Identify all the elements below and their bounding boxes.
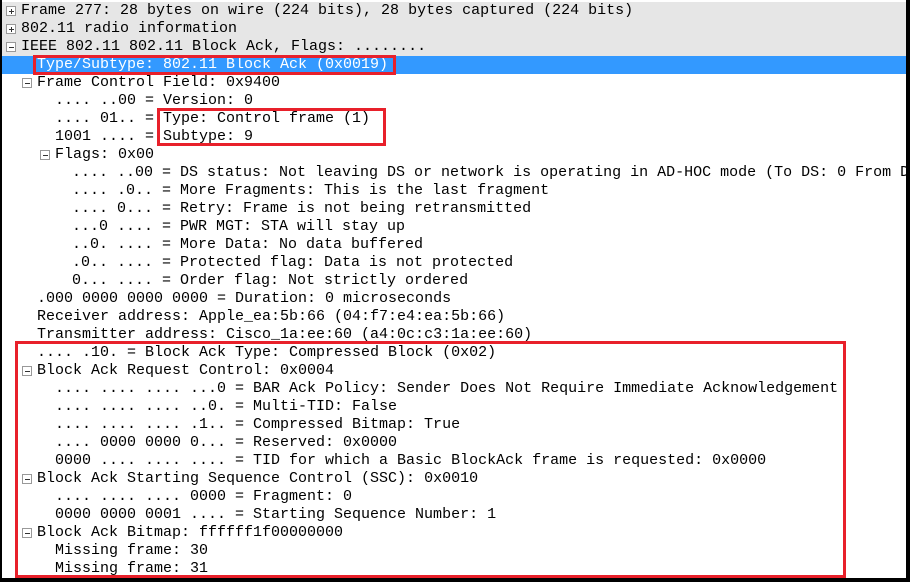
tree-row-label: Block Ack Starting Sequence Control (SSC… — [37, 470, 479, 487]
tree-row[interactable]: .... .0.. = More Fragments: This is the … — [2, 182, 906, 200]
tree-row-label: .... 01.. = Type: Control frame (1) — [55, 110, 371, 127]
tree-row[interactable]: .... ..00 = Version: 0 — [2, 92, 906, 110]
tree-row-label: .... ..00 = DS status: Not leaving DS or… — [72, 164, 906, 181]
tree-row-label: Transmitter address: Cisco_1a:ee:60 (a4:… — [37, 326, 533, 343]
tree-row-label: .0.. .... = Protected flag: Data is not … — [72, 254, 514, 271]
tree-row[interactable]: Frame Control Field: 0x9400 — [2, 74, 906, 92]
tree-row[interactable]: Missing frame: 31 — [2, 560, 906, 578]
tree-row-label: .... .... .... 0000 = Fragment: 0 — [55, 488, 353, 505]
expand-icon[interactable] — [6, 24, 16, 34]
collapse-icon[interactable] — [22, 78, 32, 88]
tree-row-label: .... .0.. = More Fragments: This is the … — [72, 182, 550, 199]
tree-row[interactable]: ..0. .... = More Data: No data buffered — [2, 236, 906, 254]
collapse-icon[interactable] — [6, 42, 16, 52]
tree-row[interactable]: .... ..00 = DS status: Not leaving DS or… — [2, 164, 906, 182]
tree-row[interactable]: .... 0... = Retry: Frame is not being re… — [2, 200, 906, 218]
tree-row-label: Receiver address: Apple_ea:5b:66 (04:f7:… — [37, 308, 506, 325]
tree-row-label: .... 0000 0000 0... = Reserved: 0x0000 — [55, 434, 398, 451]
tree-row-label: .... .10. = Block Ack Type: Compressed B… — [37, 344, 497, 361]
collapse-icon[interactable] — [40, 150, 50, 160]
tree-row-label: .... .... .... ...0 = BAR Ack Policy: Se… — [55, 380, 839, 397]
tree-row[interactable]: .... .... .... .1.. = Compressed Bitmap:… — [2, 416, 906, 434]
tree-row[interactable]: .000 0000 0000 0000 = Duration: 0 micros… — [2, 290, 906, 308]
tree-row[interactable]: Receiver address: Apple_ea:5b:66 (04:f7:… — [2, 308, 906, 326]
tree-row-label: Frame 277: 28 bytes on wire (224 bits), … — [21, 2, 634, 19]
tree-row-label: Missing frame: 30 — [55, 542, 209, 559]
tree-row[interactable]: Block Ack Request Control: 0x0004 — [2, 362, 906, 380]
tree-row-label: 0000 0000 0001 .... = Starting Sequence … — [55, 506, 497, 523]
tree-row[interactable]: .... .... .... ..0. = Multi-TID: False — [2, 398, 906, 416]
tree-row-label: .... .... .... ..0. = Multi-TID: False — [55, 398, 398, 415]
tree-row-label: Frame Control Field: 0x9400 — [37, 74, 281, 91]
tree-row[interactable]: .0.. .... = Protected flag: Data is not … — [2, 254, 906, 272]
tree-row[interactable]: 802.11 radio information — [2, 20, 906, 38]
tree-row-label: Flags: 0x00 — [55, 146, 155, 163]
tree-row-label: 1001 .... = Subtype: 9 — [55, 128, 254, 145]
tree-row[interactable]: .... .... .... 0000 = Fragment: 0 — [2, 488, 906, 506]
tree-row-label: Missing frame: 31 — [55, 560, 209, 577]
tree-row-label: .... .... .... .1.. = Compressed Bitmap:… — [55, 416, 461, 433]
tree-row-label: Type/Subtype: 802.11 Block Ack (0x0019) — [37, 56, 389, 73]
expand-icon[interactable] — [6, 6, 16, 16]
tree-row-label: ..0. .... = More Data: No data buffered — [72, 236, 424, 253]
tree-row[interactable]: Transmitter address: Cisco_1a:ee:60 (a4:… — [2, 326, 906, 344]
collapse-icon[interactable] — [22, 474, 32, 484]
tree-row[interactable]: .... .10. = Block Ack Type: Compressed B… — [2, 344, 906, 362]
tree-row[interactable]: .... 01.. = Type: Control frame (1) — [2, 110, 906, 128]
packet-details-tree[interactable]: Frame 277: 28 bytes on wire (224 bits), … — [2, 0, 906, 578]
tree-row[interactable]: Block Ack Starting Sequence Control (SSC… — [2, 470, 906, 488]
tree-row-label: 0... .... = Order flag: Not strictly ord… — [72, 272, 469, 289]
tree-row[interactable]: Type/Subtype: 802.11 Block Ack (0x0019) — [2, 56, 906, 74]
collapse-icon[interactable] — [22, 528, 32, 538]
tree-row[interactable]: Missing frame: 30 — [2, 542, 906, 560]
tree-row-label: ...0 .... = PWR MGT: STA will stay up — [72, 218, 406, 235]
tree-row-label: .... ..00 = Version: 0 — [55, 92, 254, 109]
tree-row-label: IEEE 802.11 802.11 Block Ack, Flags: ...… — [21, 38, 427, 55]
collapse-icon[interactable] — [22, 366, 32, 376]
tree-row[interactable]: .... 0000 0000 0... = Reserved: 0x0000 — [2, 434, 906, 452]
tree-row-label: .... 0... = Retry: Frame is not being re… — [72, 200, 532, 217]
tree-row[interactable]: 0... .... = Order flag: Not strictly ord… — [2, 272, 906, 290]
tree-row-label: .000 0000 0000 0000 = Duration: 0 micros… — [37, 290, 452, 307]
tree-row[interactable]: Flags: 0x00 — [2, 146, 906, 164]
tree-row[interactable]: 0000 0000 0001 .... = Starting Sequence … — [2, 506, 906, 524]
tree-row[interactable]: 0000 .... .... .... = TID for which a Ba… — [2, 452, 906, 470]
tree-row[interactable]: IEEE 802.11 802.11 Block Ack, Flags: ...… — [2, 38, 906, 56]
tree-row-label: 802.11 radio information — [21, 20, 238, 37]
tree-row[interactable]: Block Ack Bitmap: ffffff1f00000000 — [2, 524, 906, 542]
tree-row[interactable]: 1001 .... = Subtype: 9 — [2, 128, 906, 146]
tree-row-label: 0000 .... .... .... = TID for which a Ba… — [55, 452, 767, 469]
tree-row[interactable]: ...0 .... = PWR MGT: STA will stay up — [2, 218, 906, 236]
tree-row[interactable]: Frame 277: 28 bytes on wire (224 bits), … — [2, 2, 906, 20]
tree-row[interactable]: .... .... .... ...0 = BAR Ack Policy: Se… — [2, 380, 906, 398]
tree-row-label: Block Ack Bitmap: ffffff1f00000000 — [37, 524, 344, 541]
tree-row-label: Block Ack Request Control: 0x0004 — [37, 362, 335, 379]
